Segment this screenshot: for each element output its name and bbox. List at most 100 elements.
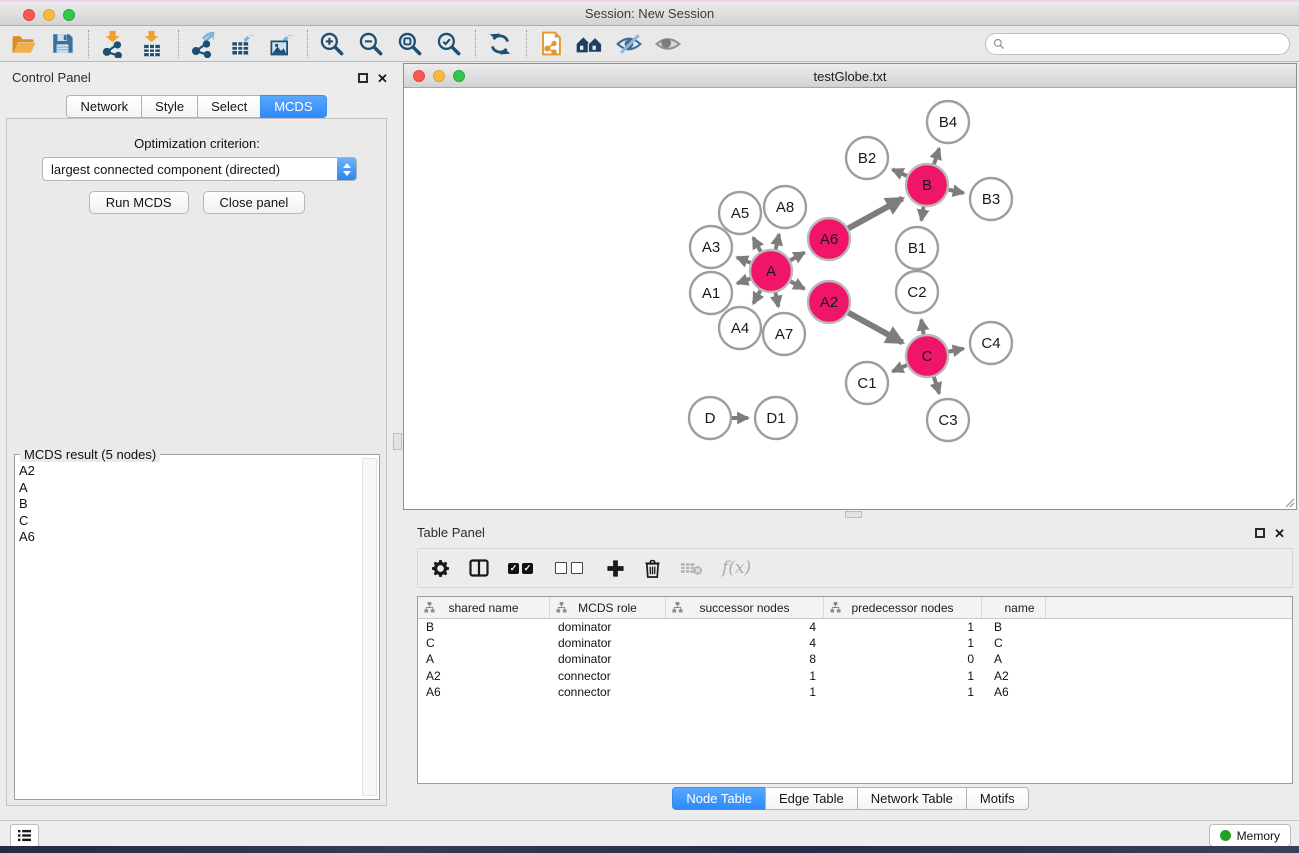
open-session-button[interactable] (8, 29, 38, 59)
deselect-all-button[interactable] (555, 562, 587, 574)
column-header-mcds-role[interactable]: MCDS role (550, 597, 666, 618)
float-panel-icon[interactable] (358, 73, 368, 83)
close-panel-icon[interactable]: ✕ (377, 72, 388, 85)
scrollbar-track[interactable] (362, 458, 377, 796)
column-header-predecessor-nodes[interactable]: predecessor nodes (824, 597, 982, 618)
graph-edge-A-A5[interactable] (753, 238, 760, 252)
vertical-splitter-handle[interactable] (393, 433, 402, 450)
horizontal-splitter-handle[interactable] (845, 511, 862, 518)
graph-edge-B-B1[interactable] (921, 207, 923, 221)
table-settings-button[interactable] (431, 559, 450, 578)
graph-edge-C-C4[interactable] (949, 349, 964, 352)
export-network-button[interactable] (188, 29, 218, 59)
graph-node-C3[interactable]: C3 (927, 399, 969, 441)
graph-node-A[interactable]: A (750, 250, 792, 292)
import-network-button[interactable] (98, 29, 128, 59)
zoom-in-button[interactable] (317, 29, 347, 59)
table-row[interactable]: B dominator 4 1 B (418, 619, 1292, 635)
tab-network-table[interactable]: Network Table (857, 787, 967, 810)
select-all-button[interactable]: ✓✓ (508, 563, 536, 574)
column-header-shared-name[interactable]: shared name (418, 597, 550, 618)
hide-graphics-details-button[interactable] (614, 29, 644, 59)
zoom-selected-button[interactable] (434, 29, 464, 59)
graph-edge-A2-C[interactable] (848, 313, 902, 343)
graph-edge-A-A7[interactable] (775, 293, 778, 307)
save-session-button[interactable] (47, 29, 77, 59)
import-table-button[interactable] (137, 29, 167, 59)
memory-button[interactable]: Memory (1209, 824, 1291, 847)
refresh-button[interactable] (485, 29, 515, 59)
mcds-result-list[interactable]: A2 A B C A6 (19, 463, 361, 795)
graph-node-B[interactable]: B (906, 164, 948, 206)
graph-node-A7[interactable]: A7 (763, 313, 805, 355)
list-item[interactable]: A2 (19, 463, 361, 480)
network-graph[interactable]: B4 B2 B B3 A8A5 A6 A3 B1 A A1 C2 A2 A4A7 C4 C C1 C3 D D1 (405, 88, 1297, 509)
tab-node-table[interactable]: Node Table (672, 787, 766, 810)
tab-network[interactable]: Network (66, 95, 142, 118)
graph-node-D[interactable]: D (689, 397, 731, 439)
run-mcds-button[interactable]: Run MCDS (89, 191, 189, 214)
graph-node-C1[interactable]: C1 (846, 362, 888, 404)
graph-node-A1[interactable]: A1 (690, 272, 732, 314)
graph-node-C[interactable]: C (906, 335, 948, 377)
graph-node-A5[interactable]: A5 (719, 192, 761, 234)
list-item[interactable]: B (19, 496, 361, 513)
graph-node-C2[interactable]: C2 (896, 271, 938, 313)
zoom-fit-button[interactable] (395, 29, 425, 59)
graph-node-A6[interactable]: A6 (808, 218, 850, 260)
show-graphics-details-button[interactable] (653, 29, 683, 59)
graph-edge-B-B3[interactable] (948, 190, 963, 193)
column-header-name[interactable]: name (982, 597, 1046, 618)
graph-edge-A-A8[interactable] (776, 234, 779, 249)
search-field[interactable] (985, 33, 1290, 55)
graph-node-C4[interactable]: C4 (970, 322, 1012, 364)
float-panel-icon[interactable] (1255, 528, 1265, 538)
table-row[interactable]: A2 connector 1 1 A2 (418, 668, 1292, 684)
show-tasks-button[interactable] (10, 824, 39, 847)
graph-edge-A-A2[interactable] (790, 281, 804, 288)
graph-edge-C-C3[interactable] (934, 377, 939, 393)
close-panel-button[interactable]: Close panel (203, 191, 306, 214)
graph-edge-C-C1[interactable] (893, 365, 907, 371)
graph-node-B2[interactable]: B2 (846, 137, 888, 179)
network-canvas[interactable]: B4 B2 B B3 A8A5 A6 A3 B1 A A1 C2 A2 A4A7 C4 C C1 C3 D D1 (405, 88, 1295, 508)
graph-edge-A6-B[interactable] (848, 199, 902, 229)
tab-edge-table[interactable]: Edge Table (765, 787, 858, 810)
graph-edge-C-C2[interactable] (921, 320, 923, 335)
create-column-button[interactable] (606, 559, 625, 578)
list-item[interactable]: A (19, 480, 361, 497)
network-window-titlebar[interactable]: testGlobe.txt (404, 64, 1296, 88)
graph-node-B3[interactable]: B3 (970, 178, 1012, 220)
graph-edge-A-A3[interactable] (737, 257, 751, 262)
graph-node-A4[interactable]: A4 (719, 307, 761, 349)
criterion-dropdown[interactable]: largest connected component (directed) (42, 157, 357, 181)
graph-node-D1[interactable]: D1 (755, 397, 797, 439)
graph-node-A2[interactable]: A2 (808, 281, 850, 323)
tab-mcds[interactable]: MCDS (260, 95, 326, 118)
table-row[interactable]: A6 connector 1 1 A6 (418, 684, 1292, 700)
graph-node-A8[interactable]: A8 (764, 186, 806, 228)
graph-node-A3[interactable]: A3 (690, 226, 732, 268)
tab-style[interactable]: Style (141, 95, 198, 118)
close-panel-icon[interactable]: ✕ (1274, 527, 1285, 540)
graph-node-B4[interactable]: B4 (927, 101, 969, 143)
tab-select[interactable]: Select (197, 95, 261, 118)
export-table-button[interactable] (227, 29, 257, 59)
show-column-button[interactable] (469, 559, 489, 577)
delete-column-button[interactable] (644, 559, 661, 578)
resize-grip-icon[interactable] (1283, 496, 1295, 508)
graph-edge-A-A4[interactable] (753, 290, 760, 303)
network-file-button[interactable] (536, 29, 566, 59)
graph-edge-B-B2[interactable] (893, 169, 907, 175)
list-item[interactable]: A6 (19, 529, 361, 546)
tab-motifs[interactable]: Motifs (966, 787, 1029, 810)
zoom-out-button[interactable] (356, 29, 386, 59)
graph-edge-A-A1[interactable] (737, 279, 750, 284)
search-input[interactable] (1010, 36, 1289, 52)
graph-edge-A-A6[interactable] (790, 253, 804, 261)
table-row[interactable]: C dominator 4 1 C (418, 635, 1292, 651)
list-item[interactable]: C (19, 513, 361, 530)
table-row[interactable]: A dominator 8 0 A (418, 651, 1292, 667)
home-button[interactable] (575, 29, 605, 59)
graph-node-B1[interactable]: B1 (896, 227, 938, 269)
